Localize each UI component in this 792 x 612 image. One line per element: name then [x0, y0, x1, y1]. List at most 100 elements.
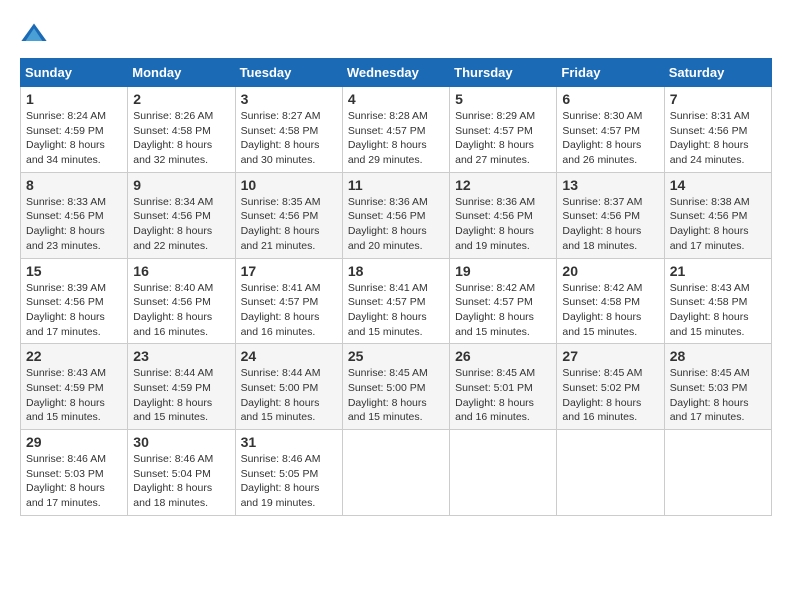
calendar-header-row: SundayMondayTuesdayWednesdayThursdayFrid… [21, 59, 772, 87]
column-header-saturday: Saturday [664, 59, 771, 87]
day-info: Sunrise: 8:35 AMSunset: 4:56 PMDaylight:… [241, 196, 321, 252]
calendar-cell: 19 Sunrise: 8:42 AMSunset: 4:57 PMDaylig… [450, 258, 557, 344]
day-number: 26 [455, 348, 551, 364]
calendar-cell: 5 Sunrise: 8:29 AMSunset: 4:57 PMDayligh… [450, 87, 557, 173]
calendar-week-row: 29 Sunrise: 8:46 AMSunset: 5:03 PMDaylig… [21, 430, 772, 516]
column-header-monday: Monday [128, 59, 235, 87]
day-number: 20 [562, 263, 658, 279]
calendar-cell: 21 Sunrise: 8:43 AMSunset: 4:58 PMDaylig… [664, 258, 771, 344]
day-number: 18 [348, 263, 444, 279]
day-info: Sunrise: 8:46 AMSunset: 5:05 PMDaylight:… [241, 453, 321, 509]
calendar-cell: 25 Sunrise: 8:45 AMSunset: 5:00 PMDaylig… [342, 344, 449, 430]
logo-icon [20, 20, 48, 48]
calendar-cell: 9 Sunrise: 8:34 AMSunset: 4:56 PMDayligh… [128, 172, 235, 258]
calendar-table: SundayMondayTuesdayWednesdayThursdayFrid… [20, 58, 772, 516]
day-number: 31 [241, 434, 337, 450]
calendar-cell: 12 Sunrise: 8:36 AMSunset: 4:56 PMDaylig… [450, 172, 557, 258]
day-info: Sunrise: 8:44 AMSunset: 5:00 PMDaylight:… [241, 367, 321, 423]
calendar-cell: 30 Sunrise: 8:46 AMSunset: 5:04 PMDaylig… [128, 430, 235, 516]
day-info: Sunrise: 8:40 AMSunset: 4:56 PMDaylight:… [133, 282, 213, 338]
day-number: 28 [670, 348, 766, 364]
calendar-cell: 18 Sunrise: 8:41 AMSunset: 4:57 PMDaylig… [342, 258, 449, 344]
day-number: 13 [562, 177, 658, 193]
calendar-cell [450, 430, 557, 516]
day-info: Sunrise: 8:27 AMSunset: 4:58 PMDaylight:… [241, 110, 321, 166]
day-info: Sunrise: 8:29 AMSunset: 4:57 PMDaylight:… [455, 110, 535, 166]
calendar-cell: 6 Sunrise: 8:30 AMSunset: 4:57 PMDayligh… [557, 87, 664, 173]
day-info: Sunrise: 8:45 AMSunset: 5:02 PMDaylight:… [562, 367, 642, 423]
day-info: Sunrise: 8:31 AMSunset: 4:56 PMDaylight:… [670, 110, 750, 166]
day-info: Sunrise: 8:46 AMSunset: 5:03 PMDaylight:… [26, 453, 106, 509]
calendar-cell [342, 430, 449, 516]
calendar-cell: 31 Sunrise: 8:46 AMSunset: 5:05 PMDaylig… [235, 430, 342, 516]
day-number: 30 [133, 434, 229, 450]
calendar-cell: 24 Sunrise: 8:44 AMSunset: 5:00 PMDaylig… [235, 344, 342, 430]
day-number: 1 [26, 91, 122, 107]
calendar-cell: 2 Sunrise: 8:26 AMSunset: 4:58 PMDayligh… [128, 87, 235, 173]
calendar-cell [664, 430, 771, 516]
day-info: Sunrise: 8:30 AMSunset: 4:57 PMDaylight:… [562, 110, 642, 166]
column-header-sunday: Sunday [21, 59, 128, 87]
day-number: 6 [562, 91, 658, 107]
day-number: 24 [241, 348, 337, 364]
calendar-cell: 22 Sunrise: 8:43 AMSunset: 4:59 PMDaylig… [21, 344, 128, 430]
day-number: 10 [241, 177, 337, 193]
day-number: 12 [455, 177, 551, 193]
calendar-week-row: 1 Sunrise: 8:24 AMSunset: 4:59 PMDayligh… [21, 87, 772, 173]
day-info: Sunrise: 8:41 AMSunset: 4:57 PMDaylight:… [241, 282, 321, 338]
day-info: Sunrise: 8:46 AMSunset: 5:04 PMDaylight:… [133, 453, 213, 509]
calendar-cell: 23 Sunrise: 8:44 AMSunset: 4:59 PMDaylig… [128, 344, 235, 430]
day-number: 15 [26, 263, 122, 279]
calendar-week-row: 22 Sunrise: 8:43 AMSunset: 4:59 PMDaylig… [21, 344, 772, 430]
calendar-cell: 27 Sunrise: 8:45 AMSunset: 5:02 PMDaylig… [557, 344, 664, 430]
day-number: 4 [348, 91, 444, 107]
column-header-tuesday: Tuesday [235, 59, 342, 87]
day-info: Sunrise: 8:42 AMSunset: 4:58 PMDaylight:… [562, 282, 642, 338]
day-info: Sunrise: 8:26 AMSunset: 4:58 PMDaylight:… [133, 110, 213, 166]
calendar-cell: 13 Sunrise: 8:37 AMSunset: 4:56 PMDaylig… [557, 172, 664, 258]
day-number: 22 [26, 348, 122, 364]
day-info: Sunrise: 8:38 AMSunset: 4:56 PMDaylight:… [670, 196, 750, 252]
day-number: 29 [26, 434, 122, 450]
calendar-cell: 16 Sunrise: 8:40 AMSunset: 4:56 PMDaylig… [128, 258, 235, 344]
calendar-week-row: 8 Sunrise: 8:33 AMSunset: 4:56 PMDayligh… [21, 172, 772, 258]
day-info: Sunrise: 8:45 AMSunset: 5:01 PMDaylight:… [455, 367, 535, 423]
day-info: Sunrise: 8:36 AMSunset: 4:56 PMDaylight:… [348, 196, 428, 252]
day-info: Sunrise: 8:37 AMSunset: 4:56 PMDaylight:… [562, 196, 642, 252]
day-number: 5 [455, 91, 551, 107]
day-number: 17 [241, 263, 337, 279]
calendar-cell: 10 Sunrise: 8:35 AMSunset: 4:56 PMDaylig… [235, 172, 342, 258]
calendar-cell: 3 Sunrise: 8:27 AMSunset: 4:58 PMDayligh… [235, 87, 342, 173]
day-number: 21 [670, 263, 766, 279]
day-number: 8 [26, 177, 122, 193]
calendar-cell: 28 Sunrise: 8:45 AMSunset: 5:03 PMDaylig… [664, 344, 771, 430]
day-info: Sunrise: 8:24 AMSunset: 4:59 PMDaylight:… [26, 110, 106, 166]
calendar-cell: 26 Sunrise: 8:45 AMSunset: 5:01 PMDaylig… [450, 344, 557, 430]
calendar-cell: 15 Sunrise: 8:39 AMSunset: 4:56 PMDaylig… [21, 258, 128, 344]
day-info: Sunrise: 8:34 AMSunset: 4:56 PMDaylight:… [133, 196, 213, 252]
column-header-thursday: Thursday [450, 59, 557, 87]
calendar-cell [557, 430, 664, 516]
column-header-friday: Friday [557, 59, 664, 87]
day-number: 9 [133, 177, 229, 193]
day-info: Sunrise: 8:39 AMSunset: 4:56 PMDaylight:… [26, 282, 106, 338]
day-number: 16 [133, 263, 229, 279]
day-number: 2 [133, 91, 229, 107]
day-info: Sunrise: 8:43 AMSunset: 4:59 PMDaylight:… [26, 367, 106, 423]
day-info: Sunrise: 8:45 AMSunset: 5:03 PMDaylight:… [670, 367, 750, 423]
day-number: 14 [670, 177, 766, 193]
day-number: 11 [348, 177, 444, 193]
day-info: Sunrise: 8:41 AMSunset: 4:57 PMDaylight:… [348, 282, 428, 338]
day-number: 27 [562, 348, 658, 364]
logo [20, 20, 50, 48]
column-header-wednesday: Wednesday [342, 59, 449, 87]
day-info: Sunrise: 8:44 AMSunset: 4:59 PMDaylight:… [133, 367, 213, 423]
day-number: 25 [348, 348, 444, 364]
day-info: Sunrise: 8:43 AMSunset: 4:58 PMDaylight:… [670, 282, 750, 338]
day-info: Sunrise: 8:36 AMSunset: 4:56 PMDaylight:… [455, 196, 535, 252]
calendar-cell: 4 Sunrise: 8:28 AMSunset: 4:57 PMDayligh… [342, 87, 449, 173]
calendar-cell: 20 Sunrise: 8:42 AMSunset: 4:58 PMDaylig… [557, 258, 664, 344]
day-info: Sunrise: 8:42 AMSunset: 4:57 PMDaylight:… [455, 282, 535, 338]
calendar-cell: 14 Sunrise: 8:38 AMSunset: 4:56 PMDaylig… [664, 172, 771, 258]
calendar-cell: 17 Sunrise: 8:41 AMSunset: 4:57 PMDaylig… [235, 258, 342, 344]
